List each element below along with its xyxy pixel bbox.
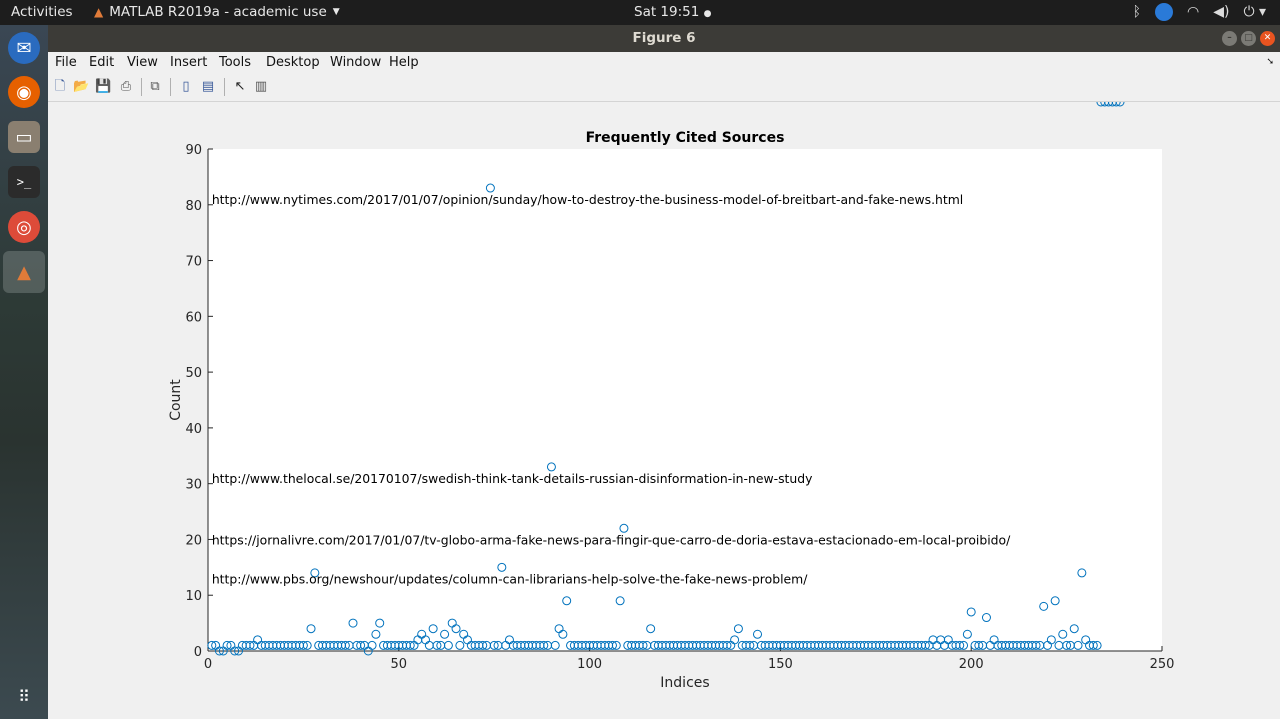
clock[interactable]: Sat 19:51 ● bbox=[634, 4, 712, 20]
app-grid-icon[interactable]: ⠿ bbox=[8, 680, 40, 712]
window-titlebar[interactable]: Figure 6 – □ ✕ bbox=[48, 25, 1280, 52]
firefox-icon[interactable]: ◉ bbox=[8, 76, 40, 108]
new-figure-icon[interactable]: 🗋 bbox=[52, 79, 68, 95]
x-tick-label: 250 bbox=[1150, 657, 1175, 672]
menu-desktop[interactable]: Desktop bbox=[266, 55, 320, 70]
y-tick-label: 90 bbox=[185, 143, 202, 158]
toolbar-separator bbox=[224, 78, 225, 96]
matlab-small-icon: ▲ bbox=[94, 5, 104, 19]
y-tick-label: 40 bbox=[185, 422, 202, 437]
thunderbird-icon[interactable]: ✉ bbox=[8, 32, 40, 64]
clock-label: Sat 19:51 bbox=[634, 4, 700, 20]
property-inspector-icon[interactable]: ▥ bbox=[253, 79, 269, 95]
dock: ✉ ◉ ▭ >_ ◎ ▲ ⠿ bbox=[0, 25, 48, 719]
menu-insert[interactable]: Insert bbox=[170, 55, 207, 70]
x-tick-label: 200 bbox=[959, 657, 984, 672]
x-axis-label: Indices bbox=[660, 675, 709, 691]
y-tick-label: 70 bbox=[185, 255, 202, 270]
annotation-label: http://www.pbs.org/newshour/updates/colu… bbox=[212, 571, 808, 586]
menu-file[interactable]: File bbox=[55, 55, 77, 70]
volume-icon[interactable]: ◀) bbox=[1213, 4, 1229, 20]
maximize-button[interactable]: □ bbox=[1241, 31, 1256, 46]
menu-tools[interactable]: Tools bbox=[219, 55, 251, 70]
annotation-label: http://www.thelocal.se/20170107/swedish-… bbox=[212, 471, 813, 486]
annotation-label: http://www.nytimes.com/2017/01/07/opinio… bbox=[212, 192, 963, 207]
y-tick-label: 80 bbox=[185, 199, 202, 214]
app-menu[interactable]: ▲ MATLAB R2019a - academic use ▼ bbox=[94, 4, 340, 20]
y-tick-label: 10 bbox=[185, 589, 202, 604]
window-controls: – □ ✕ bbox=[1222, 31, 1275, 46]
x-tick-label: 150 bbox=[768, 657, 793, 672]
open-file-icon[interactable]: 📂 bbox=[73, 79, 89, 95]
top-bar: Activities ▲ MATLAB R2019a - academic us… bbox=[0, 0, 1280, 25]
y-tick-label: 20 bbox=[185, 533, 202, 548]
window-title: Figure 6 bbox=[632, 30, 696, 46]
figure-toolbar: 🗋 📂 💾 ⎙ ⧉ ▯ ▤ ↖ ▥ bbox=[48, 74, 1280, 102]
y-tick-label: 50 bbox=[185, 366, 202, 381]
bluetooth-icon[interactable]: ᛒ bbox=[1133, 4, 1141, 20]
power-icon[interactable]: ⏻ ▾ bbox=[1243, 4, 1266, 20]
app-menu-label: MATLAB R2019a - academic use bbox=[109, 4, 327, 20]
y-tick-label: 60 bbox=[185, 310, 202, 325]
toolbar-separator bbox=[141, 78, 142, 96]
x-tick-label: 50 bbox=[391, 657, 408, 672]
system-tray[interactable]: ᛒ ◠ ◀) ⏻ ▾ bbox=[1133, 3, 1266, 21]
matlab-icon[interactable]: ▲ bbox=[3, 251, 45, 293]
dock-figure-arrow-icon[interactable]: ➘ bbox=[1266, 57, 1274, 67]
notification-dot-icon: ● bbox=[703, 9, 712, 19]
chrome-icon[interactable]: ◎ bbox=[8, 211, 40, 243]
menu-view[interactable]: View bbox=[127, 55, 158, 70]
annotation-label: https://jornalivre.com/2017/01/07/tv-glo… bbox=[212, 532, 1011, 547]
terminal-icon[interactable]: >_ bbox=[8, 166, 40, 198]
chevron-down-icon: ▼ bbox=[332, 7, 340, 17]
menu-bar: File Edit View Insert Tools Desktop Wind… bbox=[48, 52, 1280, 74]
insert-colorbar-icon[interactable]: ▯ bbox=[178, 79, 194, 95]
y-tick-label: 30 bbox=[185, 478, 202, 493]
edit-plot-pointer-icon[interactable]: ↖ bbox=[232, 79, 248, 95]
scatter-plot[interactable]: 0 50 100 150 200 250 0 10 20 30 40 50 60 70 80 90 Freque… bbox=[48, 102, 1280, 719]
toolbar-separator bbox=[170, 78, 171, 96]
minimize-button[interactable]: – bbox=[1222, 31, 1237, 46]
x-tick-label: 0 bbox=[204, 657, 212, 672]
y-axis-label: Count bbox=[168, 379, 184, 421]
link-plot-icon[interactable]: ⧉ bbox=[147, 79, 163, 95]
insert-legend-icon[interactable]: ▤ bbox=[200, 79, 216, 95]
print-icon[interactable]: ⎙ bbox=[118, 79, 134, 95]
close-button[interactable]: ✕ bbox=[1260, 31, 1275, 46]
figure-area: 0 50 100 150 200 250 0 10 20 30 40 50 60 70 80 90 Freque… bbox=[48, 102, 1280, 719]
menu-help[interactable]: Help bbox=[389, 55, 419, 70]
y-tick-label: 0 bbox=[194, 645, 202, 660]
menu-window[interactable]: Window bbox=[330, 55, 381, 70]
update-notifier-icon[interactable] bbox=[1154, 3, 1173, 21]
wifi-icon[interactable]: ◠ bbox=[1187, 4, 1199, 20]
activities-button[interactable]: Activities bbox=[11, 4, 73, 20]
files-icon[interactable]: ▭ bbox=[8, 121, 40, 153]
chart-title: Frequently Cited Sources bbox=[586, 130, 785, 146]
x-tick-label: 100 bbox=[577, 657, 602, 672]
save-icon[interactable]: 💾 bbox=[95, 79, 111, 95]
menu-edit[interactable]: Edit bbox=[89, 55, 114, 70]
